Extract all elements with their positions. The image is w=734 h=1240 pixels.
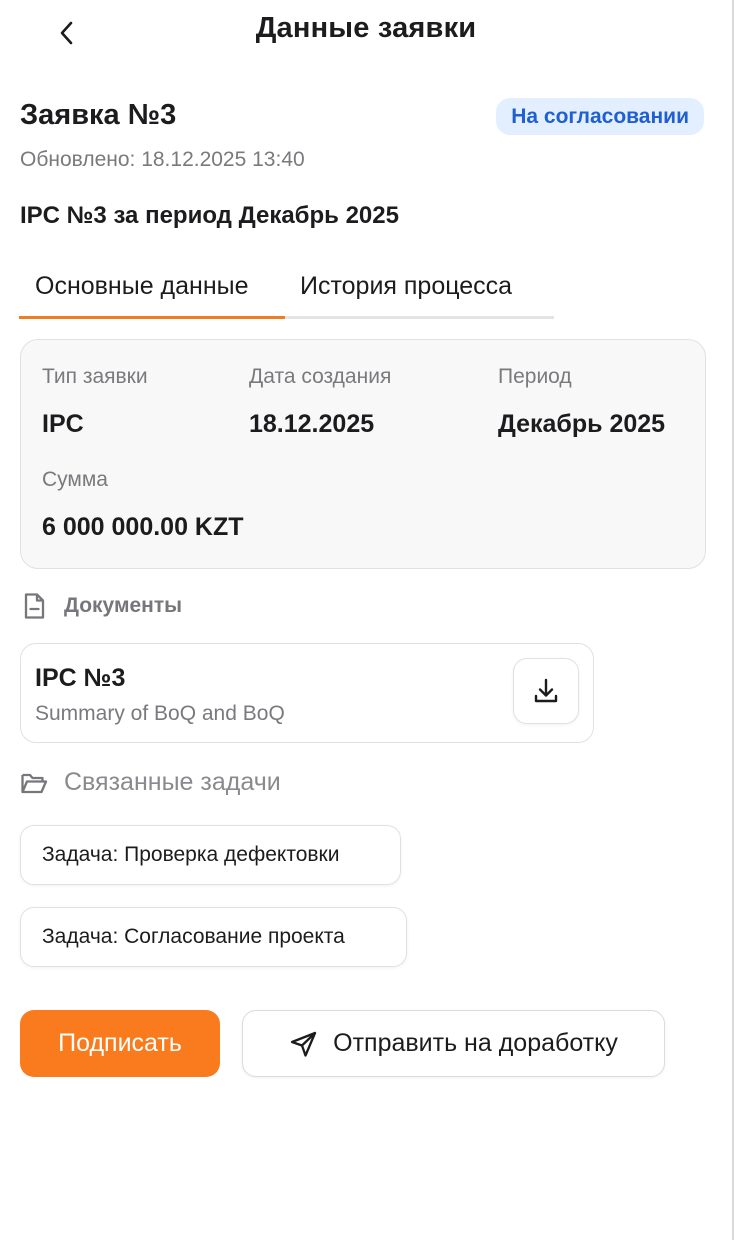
document-card[interactable]: IPC №3 Summary of BoQ and BoQ (20, 643, 594, 743)
tab-main-data[interactable]: Основные данные (35, 272, 249, 301)
download-button[interactable] (513, 658, 579, 724)
document-subtitle: Summary of BoQ and BoQ (35, 702, 285, 725)
documents-section-header: Документы (20, 592, 182, 620)
request-info-card: Тип заявки IPC Дата создания 18.12.2025 … (20, 339, 706, 569)
sign-button[interactable]: Подписать (20, 1010, 220, 1077)
type-label: Тип заявки (42, 365, 148, 388)
folder-icon (20, 769, 48, 797)
tabs: Основные данные История процесса (19, 266, 554, 319)
sum-value: 6 000 000.00 KZT (42, 513, 244, 541)
request-details-screen: Данные заявки Заявка №3 На согласовании … (0, 0, 734, 1240)
type-value: IPC (42, 410, 84, 438)
download-icon (534, 678, 558, 703)
request-title: Заявка №3 (20, 99, 177, 131)
updated-timestamp: Обновлено: 18.12.2025 13:40 (20, 148, 305, 171)
header: Данные заявки (0, 0, 732, 60)
status-badge: На согласовании (496, 98, 704, 135)
tasks-section-header: Связанные задачи (20, 768, 281, 797)
page-title: Данные заявки (255, 12, 477, 44)
task-chip[interactable]: Задача: Согласование проекта (20, 907, 407, 967)
document-title: IPC №3 (35, 664, 126, 692)
tasks-section-title: Связанные задачи (64, 768, 281, 796)
created-date-value: 18.12.2025 (249, 410, 375, 438)
period-value: Декабрь 2025 (498, 410, 666, 438)
task-chip[interactable]: Задача: Проверка дефектовки (20, 825, 401, 885)
tab-active-indicator (19, 316, 285, 319)
sum-label: Сумма (42, 468, 108, 491)
return-button-label: Отправить на доработку (333, 1029, 618, 1057)
created-date-label: Дата создания (249, 365, 392, 388)
tab-process-history[interactable]: История процесса (300, 272, 512, 301)
send-icon (289, 1029, 319, 1059)
request-subject: IPC №3 за период Декабрь 2025 (20, 202, 399, 229)
documents-section-title: Документы (64, 594, 183, 617)
period-label: Период (498, 365, 572, 388)
file-icon (20, 592, 48, 620)
return-for-revision-button[interactable]: Отправить на доработку (242, 1010, 665, 1077)
